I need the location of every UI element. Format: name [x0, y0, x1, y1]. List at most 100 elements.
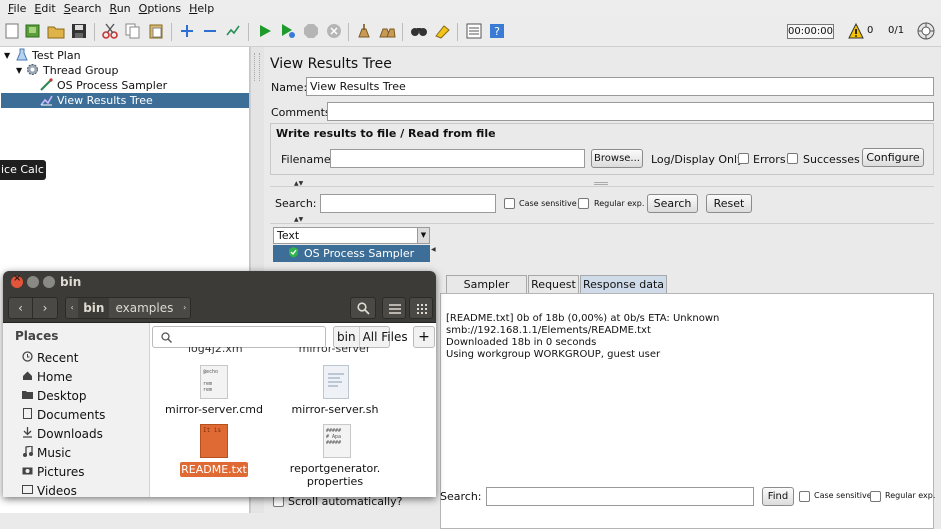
clear-all-icon[interactable] [378, 22, 396, 40]
tree-item-os-process-sampler[interactable]: OS Process Sampler [40, 77, 167, 93]
browse-button[interactable]: Browse... [591, 149, 643, 168]
expand-arrow-icon[interactable]: ▼ [4, 51, 14, 60]
search-button[interactable]: Search [647, 194, 698, 213]
result-item[interactable]: OS Process Sampler [273, 245, 430, 262]
place-documents[interactable]: Documents [22, 406, 105, 424]
tree-item-thread-group[interactable]: ▼ Thread Group [16, 63, 118, 78]
place-recent[interactable]: Recent [22, 349, 78, 367]
clear-icon[interactable] [355, 22, 373, 40]
reset-button[interactable]: Reset [706, 194, 752, 213]
menu-edit[interactable]: Edit [30, 0, 59, 17]
path-left-icon[interactable]: ‹ [66, 298, 78, 318]
expand-icon[interactable] [178, 22, 196, 40]
place-music[interactable]: Music [22, 444, 71, 462]
tab-request[interactable]: Request [528, 275, 579, 293]
shell-script-icon[interactable] [323, 365, 349, 399]
errors-checkbox[interactable] [738, 153, 749, 164]
help-icon[interactable]: ? [488, 22, 506, 40]
tree-item-test-plan[interactable]: ▼ Test Plan [4, 48, 81, 63]
find-button[interactable]: Find [762, 487, 794, 506]
close-icon[interactable]: × [11, 273, 23, 288]
file-name[interactable]: mirror-server.cmd [160, 403, 268, 416]
filter-mode-button[interactable]: All Files [360, 327, 411, 347]
cut-icon[interactable] [101, 22, 119, 40]
place-home[interactable]: Home [22, 368, 72, 386]
start-no-pause-icon[interactable] [279, 22, 297, 40]
back-icon[interactable]: ‹ [9, 298, 34, 318]
file-name[interactable]: log4j2.xml [188, 347, 242, 355]
templates-icon[interactable] [24, 22, 42, 40]
window-titlebar[interactable]: × bin [3, 271, 436, 293]
comments-field[interactable] [327, 102, 934, 121]
regular-exp-checkbox[interactable] [578, 198, 589, 209]
file-name[interactable]: mirror-server [297, 347, 372, 355]
place-downloads[interactable]: Downloads [22, 425, 103, 443]
configure-button[interactable]: Configure [862, 148, 924, 167]
place-videos[interactable]: Videos [22, 482, 77, 497]
list-view-button[interactable] [382, 297, 406, 319]
tab-response-data[interactable]: Response data [580, 275, 667, 293]
shutdown-icon[interactable] [325, 22, 343, 40]
window-title: bin [60, 275, 82, 289]
tree-item-view-results-tree[interactable]: View Results Tree [1, 93, 249, 108]
place-desktop[interactable]: Desktop [22, 387, 87, 405]
bottom-search-field[interactable] [486, 487, 754, 506]
filename-field[interactable] [330, 149, 585, 168]
file-name[interactable]: mirror-server.sh [285, 403, 385, 416]
add-filter-button[interactable]: + [413, 326, 435, 348]
paste-icon[interactable] [147, 22, 165, 40]
menu-run[interactable]: Run [106, 0, 135, 17]
divider-grip[interactable] [594, 182, 608, 185]
menu-search[interactable]: Search [60, 0, 106, 17]
bottom-regex-checkbox[interactable] [870, 491, 881, 502]
gear-icon [26, 63, 39, 79]
renderer-select[interactable]: Text ▼ [273, 227, 430, 244]
download-icon [22, 427, 33, 441]
stop-icon[interactable] [302, 22, 320, 40]
path-segment-bin[interactable]: bin [78, 298, 110, 318]
successes-checkbox[interactable] [787, 153, 798, 164]
chevron-down-icon[interactable]: ▼ [417, 228, 429, 243]
search-toggle-button[interactable] [350, 297, 376, 319]
path-right-icon[interactable]: › [179, 298, 190, 318]
forward-icon[interactable]: › [33, 298, 57, 318]
expand-arrow-icon[interactable]: ▼ [16, 66, 26, 75]
menu-help[interactable]: Help [185, 0, 218, 17]
minimize-icon[interactable] [27, 276, 39, 288]
new-icon[interactable] [3, 22, 21, 40]
copy-icon[interactable] [124, 22, 142, 40]
toggle-icon[interactable] [224, 22, 242, 40]
bottom-case-label: Case sensitive [814, 491, 872, 500]
collapse-left-icon[interactable]: ◀ [431, 246, 436, 253]
function-helper-icon[interactable] [465, 22, 483, 40]
path-segment-examples[interactable]: examples [109, 298, 179, 318]
search-icon[interactable] [410, 22, 428, 40]
file-name-selected[interactable]: README.txt [180, 462, 248, 477]
search-field[interactable] [320, 194, 496, 213]
filter-location-button[interactable]: bin [334, 327, 360, 347]
reset-search-icon[interactable] [433, 22, 451, 40]
bottom-case-checkbox[interactable] [799, 491, 810, 502]
properties-file-icon[interactable]: ##### # Apa ##### [323, 424, 351, 458]
open-icon[interactable] [47, 22, 65, 40]
text-file-icon[interactable]: It is [200, 424, 228, 458]
start-icon[interactable] [256, 22, 274, 40]
maximize-icon[interactable] [43, 276, 55, 288]
case-sensitive-checkbox[interactable] [504, 198, 515, 209]
grid-view-button[interactable] [409, 297, 433, 319]
save-icon[interactable] [70, 22, 88, 40]
tab-sampler-result[interactable]: Sampler result [446, 275, 527, 308]
place-pictures[interactable]: Pictures [22, 463, 85, 481]
menu-file[interactable]: File [4, 0, 30, 17]
places-sidebar: Places Recent Home Desktop Documents Dow… [3, 323, 150, 497]
file-search-input[interactable] [152, 326, 326, 348]
file-name[interactable]: reportgenerator. properties [285, 462, 385, 488]
scroll-auto-checkbox[interactable] [273, 496, 284, 507]
name-field[interactable]: View Results Tree [306, 77, 934, 96]
warning-icon[interactable] [848, 22, 864, 42]
remote-status-icon[interactable] [917, 22, 935, 43]
menu-options[interactable]: Options [135, 0, 185, 17]
collapse-arrows-icon[interactable]: ▲▼ [294, 216, 303, 223]
collapse-icon[interactable] [201, 22, 219, 40]
script-file-icon[interactable]: @echo rem rem [200, 365, 228, 399]
